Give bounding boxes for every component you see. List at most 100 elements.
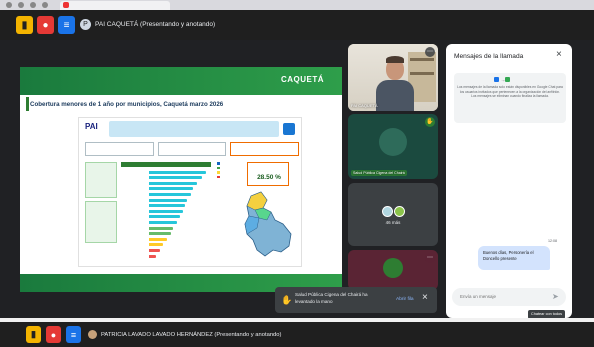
dashboard-banner [109,121,279,137]
more-options-icon[interactable]: ⋯ [425,47,435,57]
chat-timestamp: 12:08 [548,239,557,243]
caqueta-map [244,191,292,257]
legend-swatch [217,175,220,178]
hand-raised-toast: ✋ Salud Pública Cigena del Chairá ha lev… [275,287,437,313]
more-participants-count: 46 más [385,220,401,225]
bar-row [121,220,211,224]
bar-fill [149,187,194,191]
bar-fill [149,181,197,185]
kpi-box [230,142,300,156]
municipality-bar-chart [121,162,211,262]
browser-tab-strip [0,0,594,10]
participant-tile[interactable]: ⋯ [348,250,438,290]
close-icon[interactable]: × [422,293,428,303]
dashboard-header: PAI [83,120,299,138]
docs-app-icon[interactable]: ≡ [58,16,75,34]
bar-row [121,215,211,219]
bar-fill [149,254,157,258]
bar-row [121,198,211,202]
presenter-avatar-icon: P [80,19,91,30]
presented-slide: CAQUETÁ Cobertura menores de 1 año por m… [20,67,342,292]
bar-row [121,192,211,196]
participant-hair [386,56,404,63]
bar-fill [149,209,183,213]
filter-box [85,201,117,243]
bar-fill [149,170,206,174]
presenter-indicator[interactable]: PATRICIA LAVADO LAVADO HERNÁNDEZ (Presen… [88,330,281,339]
toast-message: Salud Pública Cigena del Chairá ha levan… [295,292,368,304]
kpi-box [85,142,154,156]
bar-row [121,176,211,180]
legend-swatch [217,162,220,165]
chat-info-text: Los mensajes de la llamada solo están di… [457,85,563,99]
participant-tile-camera[interactable]: ⋯ PAI CAQUETÁ [348,44,438,111]
svg-text:→: → [501,78,506,84]
presenter-label: PATRICIA LAVADO LAVADO HERNÁNDEZ (Presen… [101,331,282,338]
chat-info-icon: → [494,77,510,83]
slides-app-icon[interactable]: ▮ [26,326,41,343]
coverage-legend [217,162,237,192]
participant-avatar [383,258,403,278]
bar-row [121,248,211,252]
kpi-box [157,142,227,156]
bar-fill [149,248,160,252]
slide-logo: CAQUETÁ [280,75,324,84]
presenter-indicator[interactable]: P PAI CAQUETÁ (Presentando y anotando) [80,19,215,30]
bar-fill [149,243,164,247]
pai-logo: PAI [85,122,98,131]
forward-icon[interactable] [18,2,24,8]
bar-row [121,170,211,174]
more-options-icon[interactable]: ⋯ [425,253,435,263]
participant-name: PAI CAQUETÁ [351,103,378,108]
kpi-row [85,142,300,156]
reload-icon[interactable] [30,2,36,8]
bar-row [121,204,211,208]
participant-tile[interactable]: ✋ Salud Pública Cigena del Chairá [348,114,438,179]
shelf-board [410,72,434,75]
hand-raised-icon: ✋ [425,117,435,127]
more-participants-tile[interactable]: 46 más [348,183,438,246]
chat-message-text: Buenos días, Personería el Doncello pres… [483,250,534,261]
bar-fill [149,226,173,230]
bar-fill [149,232,171,236]
bar-row [121,232,211,236]
filter-box [85,162,117,198]
browser-tab[interactable] [60,1,170,10]
dashboard-badge-icon [283,123,295,135]
participant-avatar [379,128,407,156]
bar-row [121,209,211,213]
participant-body [376,80,414,111]
record-app-icon[interactable]: ● [37,16,54,34]
dashboard-image: PAI 28.50 % [78,117,302,267]
bar-fill [149,192,191,196]
bar-row [121,243,211,247]
shelf-board [410,58,434,61]
send-icon[interactable]: ➤ [552,291,559,303]
legend-swatch [217,166,220,169]
bar-row [121,237,211,241]
close-icon[interactable]: × [556,50,562,60]
screen: ▮ ● ≡ P PAI CAQUETÁ (Presentando y anota… [0,0,594,347]
docs-app-icon[interactable]: ≡ [66,326,81,343]
presenter-label: PAI CAQUETÁ (Presentando y anotando) [95,21,216,28]
bar-chart-header [121,162,211,167]
participant-name: Salud Pública Cigena del Chairá [351,170,407,176]
meet-top-bar: ▮ ● ≡ P PAI CAQUETÁ (Presentando y anota… [0,10,594,40]
chat-message-input[interactable] [452,288,566,306]
back-icon[interactable] [6,2,12,8]
home-icon[interactable] [42,2,48,8]
bar-fill [149,198,188,202]
bar-fill [149,176,202,180]
bar-row [121,226,211,230]
avatar [381,205,393,217]
bar-fill [149,204,185,208]
map-region [246,191,268,211]
dashboard-filters [85,162,117,260]
slides-app-icon[interactable]: ▮ [16,16,33,34]
open-queue-button[interactable]: Abrir fila [396,297,414,302]
bar-row [121,181,211,185]
legend-swatch [217,171,220,174]
bar-row [121,254,211,258]
record-app-icon[interactable]: ● [46,326,61,343]
coverage-percentage: 28.50 % [257,174,281,181]
